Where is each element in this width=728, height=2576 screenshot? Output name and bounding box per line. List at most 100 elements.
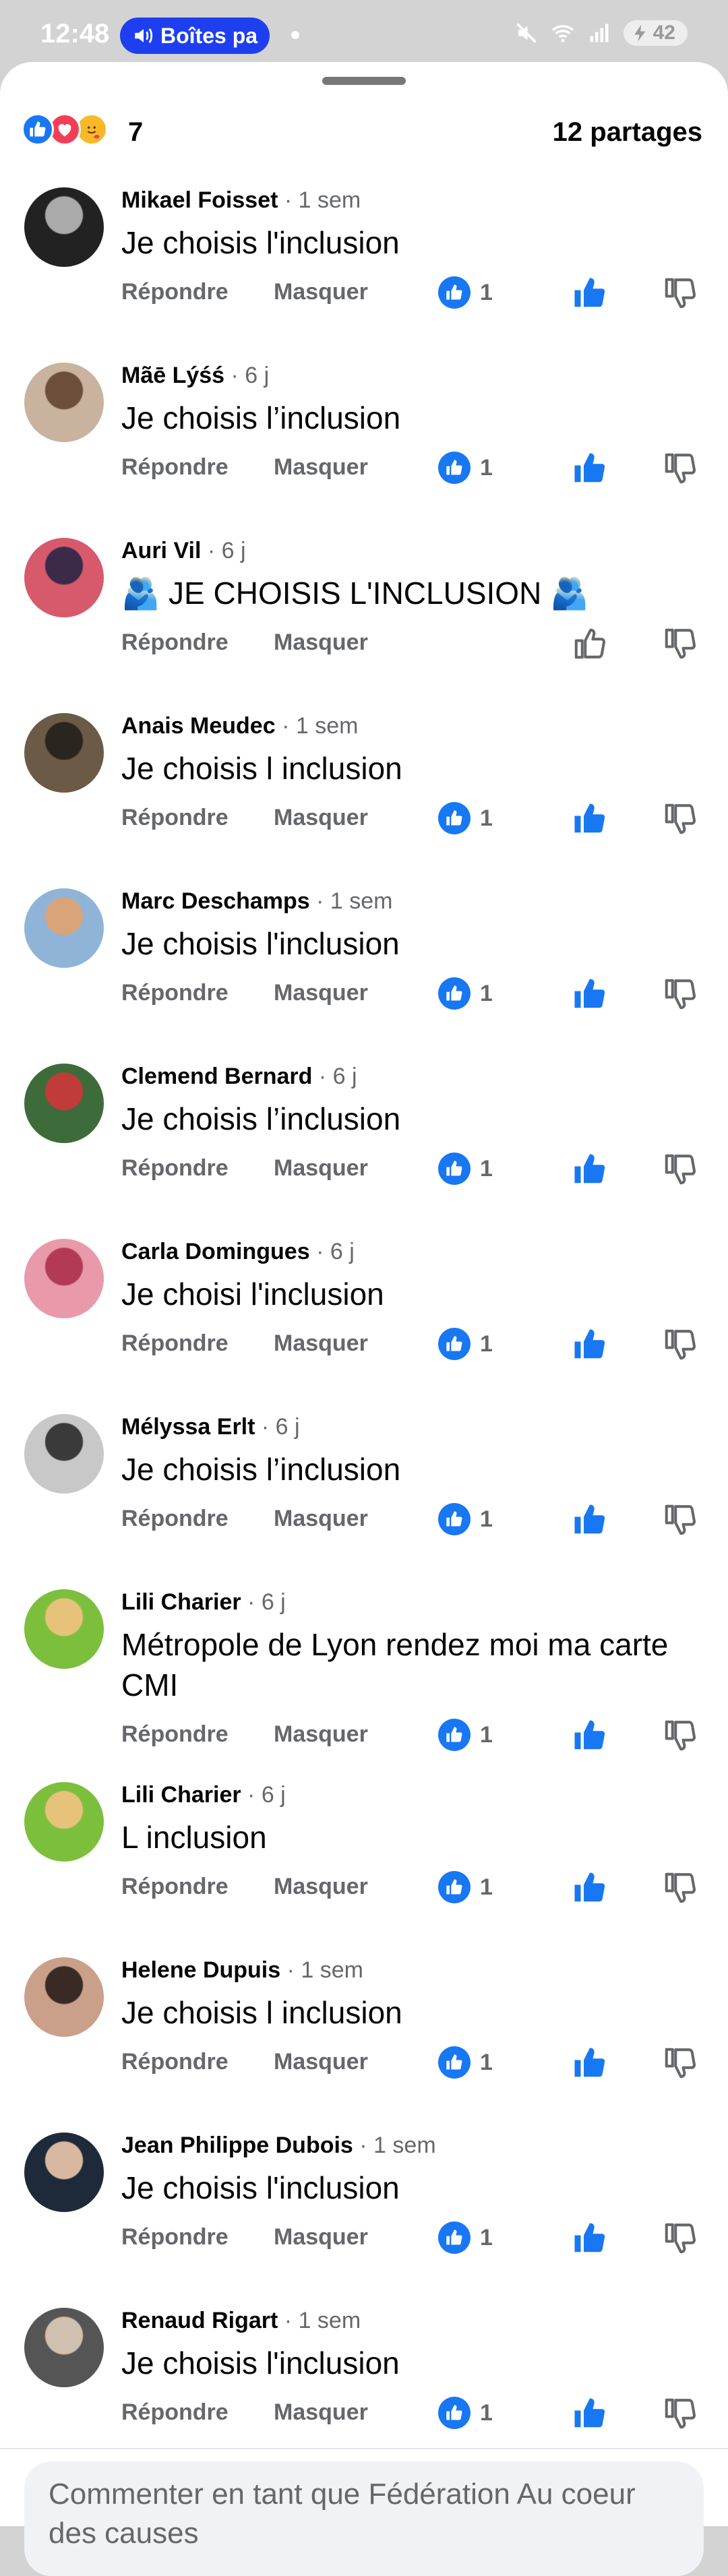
downvote-icon[interactable] <box>662 2395 698 2432</box>
upvote-icon[interactable] <box>572 625 608 662</box>
hide-button[interactable]: Masquer <box>274 2224 368 2250</box>
comment-author[interactable]: Helene Dupuis <box>121 1957 280 1983</box>
hide-button[interactable]: Masquer <box>274 980 368 1006</box>
upvote-icon[interactable] <box>572 1326 608 1363</box>
hide-button[interactable]: Masquer <box>274 1155 368 1182</box>
like-count-badge[interactable]: 1 <box>438 1328 493 1360</box>
downvote-icon[interactable] <box>662 1870 698 1906</box>
like-count-badge[interactable]: 1 <box>438 452 493 484</box>
avatar[interactable] <box>24 1589 104 1669</box>
like-count-badge[interactable]: 1 <box>438 802 493 834</box>
comment-author[interactable]: Jean Philippe Dubois <box>121 2133 353 2158</box>
comment-author[interactable]: Lili Charier <box>121 1589 241 1615</box>
comment-author[interactable]: Marc Deschamps <box>121 888 310 914</box>
downvote-icon[interactable] <box>662 450 698 487</box>
downvote-icon[interactable] <box>662 1717 698 1754</box>
like-count-badge[interactable]: 1 <box>438 2221 493 2254</box>
upvote-icon[interactable] <box>572 976 608 1012</box>
avatar[interactable] <box>24 1957 104 2037</box>
avatar[interactable] <box>24 2308 104 2387</box>
upvote-icon[interactable] <box>572 1870 608 1906</box>
avatar[interactable] <box>24 2133 104 2212</box>
avatar[interactable] <box>24 1782 104 1862</box>
upvote-icon[interactable] <box>572 2045 608 2081</box>
comment-author[interactable]: Renaud Rigart <box>121 2308 278 2333</box>
reply-button[interactable]: Répondre <box>121 1330 229 1357</box>
avatar[interactable] <box>24 1414 104 1494</box>
upvote-icon[interactable] <box>572 2220 608 2257</box>
like-count-badge[interactable]: 1 <box>438 1719 493 1751</box>
downvote-icon[interactable] <box>662 976 698 1012</box>
avatar[interactable] <box>24 538 104 617</box>
comment-time: · 1 sem <box>278 2308 361 2333</box>
upvote-icon[interactable] <box>572 1717 608 1754</box>
like-count-badge[interactable]: 1 <box>438 1503 493 1535</box>
reactions-summary[interactable] <box>22 113 108 146</box>
avatar[interactable] <box>24 888 104 968</box>
downvote-icon[interactable] <box>662 625 698 662</box>
reaction-count[interactable]: 7 <box>128 117 143 148</box>
comment-author[interactable]: Clemend Bernard <box>121 1064 312 1089</box>
reply-button[interactable]: Répondre <box>121 2399 229 2426</box>
like-count-badge[interactable]: 1 <box>438 2397 493 2429</box>
reply-button[interactable]: Répondre <box>121 279 229 305</box>
downvote-icon[interactable] <box>662 1502 698 1538</box>
upvote-icon[interactable] <box>572 801 608 837</box>
downvote-icon[interactable] <box>662 2220 698 2257</box>
shares-count[interactable]: 12 partages <box>553 117 702 148</box>
like-count-badge[interactable]: 1 <box>438 276 493 309</box>
comment-author[interactable]: Mãē Lýśś <box>121 363 224 388</box>
comment-text: Je choisis l'inclusion <box>121 2170 400 2205</box>
hide-button[interactable]: Masquer <box>274 1506 368 1532</box>
downvote-icon[interactable] <box>662 2045 698 2081</box>
upvote-icon[interactable] <box>572 1502 608 1538</box>
upvote-icon[interactable] <box>572 1151 608 1188</box>
like-count-badge[interactable]: 1 <box>438 977 493 1010</box>
reply-button[interactable]: Répondre <box>121 805 229 831</box>
downvote-icon[interactable] <box>662 801 698 837</box>
reactions-bar: 7 12 partages <box>0 102 728 156</box>
comment-header: Marc Deschamps · 1 sem <box>121 888 393 915</box>
avatar[interactable] <box>24 363 104 442</box>
comment-author[interactable]: Auri Vil <box>121 538 201 563</box>
reply-button[interactable]: Répondre <box>121 980 229 1006</box>
comment-author[interactable]: Mélyssa Erlt <box>121 1414 255 1440</box>
reply-button[interactable]: Répondre <box>121 454 229 481</box>
downvote-icon[interactable] <box>662 1151 698 1188</box>
like-count-badge[interactable]: 1 <box>438 1871 493 1903</box>
like-count-badge[interactable]: 1 <box>438 2046 493 2079</box>
upvote-icon[interactable] <box>572 450 608 487</box>
upvote-icon[interactable] <box>572 2395 608 2432</box>
comment-input[interactable]: Commenter en tant que Fédération Au coeu… <box>24 2461 704 2576</box>
avatar[interactable] <box>24 1239 104 1318</box>
reply-button[interactable]: Répondre <box>121 1721 229 1748</box>
hide-button[interactable]: Masquer <box>274 2049 368 2075</box>
reply-button[interactable]: Répondre <box>121 2224 229 2250</box>
comment-author[interactable]: Lili Charier <box>121 1782 241 1808</box>
reply-button[interactable]: Répondre <box>121 1874 229 1900</box>
avatar[interactable] <box>24 713 104 793</box>
media-pill[interactable]: Boîtes pa <box>120 18 270 54</box>
comment-author[interactable]: Anais Meudec <box>121 713 276 739</box>
downvote-icon[interactable] <box>662 1326 698 1363</box>
avatar[interactable] <box>24 1064 104 1143</box>
hide-button[interactable]: Masquer <box>274 805 368 831</box>
hide-button[interactable]: Masquer <box>274 1330 368 1357</box>
hide-button[interactable]: Masquer <box>274 1874 368 1900</box>
downvote-icon[interactable] <box>662 275 698 311</box>
reply-button[interactable]: Répondre <box>121 630 229 656</box>
comment-author[interactable]: Mikael Foisset <box>121 187 278 213</box>
reply-button[interactable]: Répondre <box>121 1506 229 1532</box>
hide-button[interactable]: Masquer <box>274 2399 368 2426</box>
hide-button[interactable]: Masquer <box>274 279 368 305</box>
avatar[interactable] <box>24 187 104 267</box>
reply-button[interactable]: Répondre <box>121 1155 229 1182</box>
like-count-badge[interactable]: 1 <box>438 1153 493 1185</box>
hide-button[interactable]: Masquer <box>274 630 368 656</box>
hide-button[interactable]: Masquer <box>274 1721 368 1748</box>
hide-button[interactable]: Masquer <box>274 454 368 481</box>
comment-author[interactable]: Carla Domingues <box>121 1239 310 1264</box>
reply-button[interactable]: Répondre <box>121 2049 229 2075</box>
upvote-icon[interactable] <box>572 275 608 311</box>
sheet-drag-handle[interactable] <box>322 77 406 85</box>
